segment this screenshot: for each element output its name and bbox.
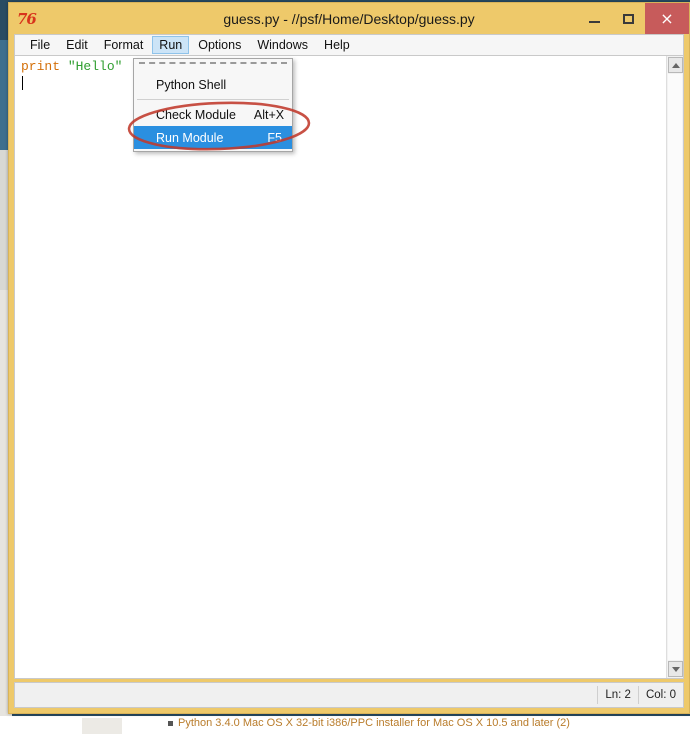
menu-separator xyxy=(137,99,289,100)
code-keyword: print xyxy=(21,59,61,74)
menu-item-help[interactable]: Help xyxy=(317,36,357,54)
code-text[interactable]: print "Hello" xyxy=(15,56,666,678)
window-controls: × xyxy=(577,3,689,34)
text-caret xyxy=(22,76,23,90)
vertical-scrollbar[interactable] xyxy=(666,56,683,678)
python-idle-icon: 76 xyxy=(17,9,37,28)
editor-area[interactable]: print "Hello" xyxy=(14,55,684,679)
scroll-down-button[interactable] xyxy=(668,661,683,677)
menu-option-label: Check Module xyxy=(156,107,236,122)
status-line-number: Ln: 2 xyxy=(597,686,638,704)
maximize-icon xyxy=(622,13,634,24)
window-titlebar[interactable]: 76 guess.py - //psf/Home/Desktop/guess.p… xyxy=(9,3,689,34)
menu-option-python-shell[interactable]: Python Shell xyxy=(134,73,292,96)
minimize-button[interactable] xyxy=(577,3,611,34)
menu-item-windows[interactable]: Windows xyxy=(250,36,315,54)
menu-option-accel: Alt+X xyxy=(253,107,285,122)
desktop-background-bottom: Python 3.4.0 Mac OS X 32-bit i386/PPC in… xyxy=(0,716,690,734)
scroll-up-button[interactable] xyxy=(668,57,683,73)
background-page-text: Python 3.4.0 Mac OS X 32-bit i386/PPC in… xyxy=(178,717,570,729)
menu-option-run-module[interactable]: Run Module F5 xyxy=(134,126,292,149)
menu-option-label: Run Module xyxy=(156,130,224,145)
background-bullet-icon xyxy=(168,721,173,726)
menu-item-options[interactable]: Options xyxy=(191,36,248,54)
menu-item-edit[interactable]: Edit xyxy=(59,36,95,54)
menu-tearoff-handle[interactable] xyxy=(139,62,287,71)
status-column-number: Col: 0 xyxy=(637,686,683,704)
run-menu-dropdown: Python Shell Check Module Alt+X Run Modu… xyxy=(133,58,293,152)
menu-option-check-module[interactable]: Check Module Alt+X xyxy=(134,103,292,126)
background-fragment xyxy=(82,718,122,734)
menu-item-format[interactable]: Format xyxy=(97,36,151,54)
maximize-button[interactable] xyxy=(611,3,645,34)
idle-editor-window: 76 guess.py - //psf/Home/Desktop/guess.p… xyxy=(8,2,690,714)
scroll-down-arrow-icon xyxy=(671,666,680,672)
menu-option-accel: F5 xyxy=(267,130,282,145)
code-string: "Hello" xyxy=(67,59,123,74)
scroll-up-arrow-icon xyxy=(671,62,680,68)
status-bar: Ln: 2 Col: 0 xyxy=(14,682,684,708)
menu-option-label: Python Shell xyxy=(156,77,227,92)
menu-item-file[interactable]: File xyxy=(23,36,57,54)
menu-item-run[interactable]: Run xyxy=(152,36,190,54)
menu-bar: File Edit Format Run Options Windows Hel… xyxy=(14,34,684,55)
scrollbar-track[interactable] xyxy=(668,74,682,660)
close-button[interactable]: × xyxy=(645,3,689,34)
minimize-icon xyxy=(588,20,600,23)
